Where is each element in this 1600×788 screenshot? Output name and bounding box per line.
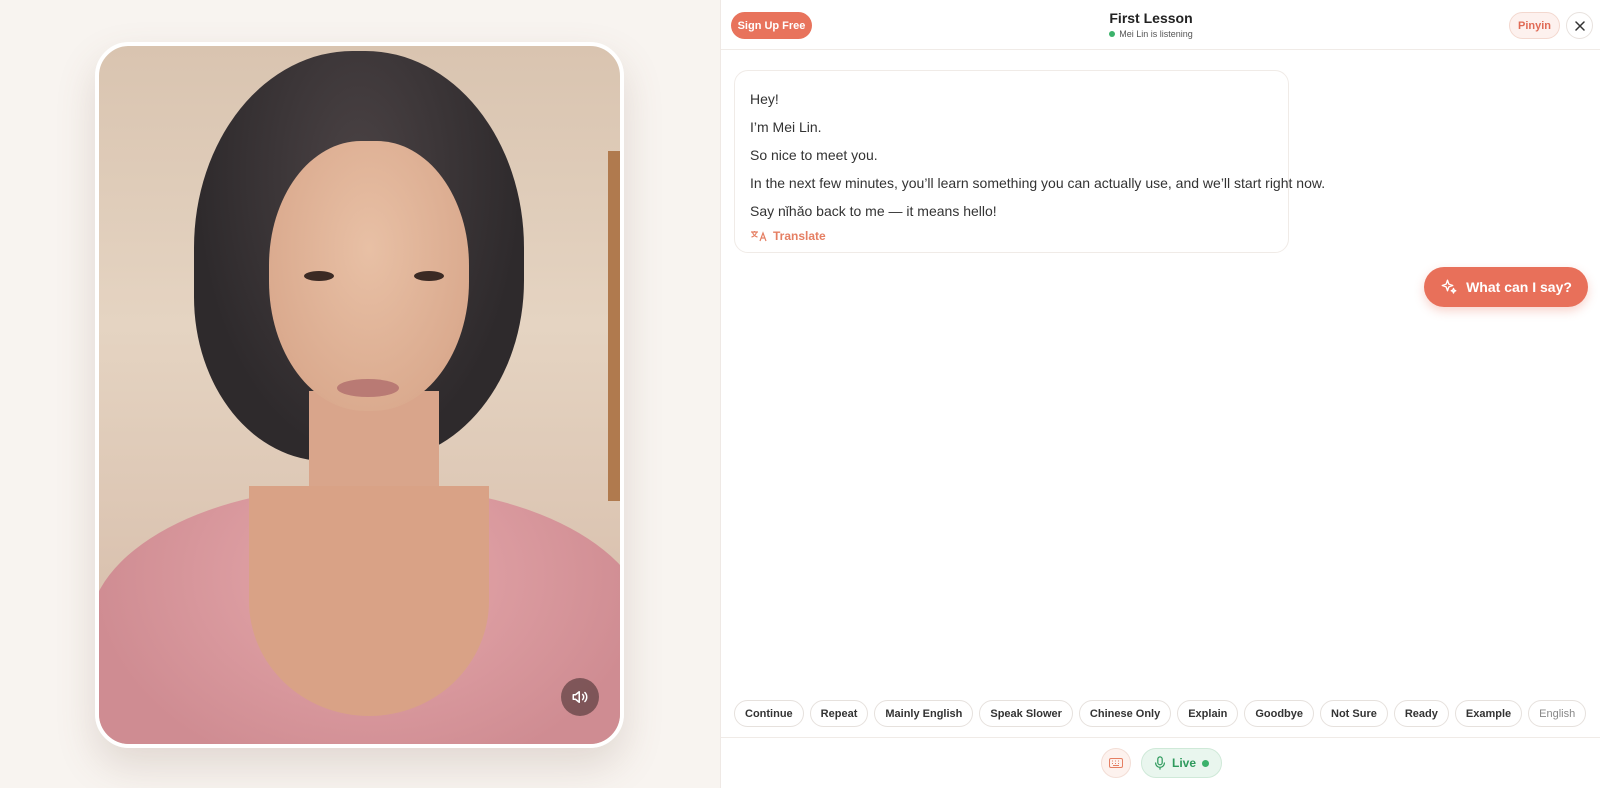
footer-divider [721,737,1600,738]
mic-icon [1154,756,1165,770]
sign-up-button[interactable]: Sign Up Free [731,12,812,39]
tutor-video [95,42,624,748]
chip-not-sure[interactable]: Not Sure [1320,700,1388,727]
chip-example[interactable]: Example [1454,700,1523,727]
message-line: Say nǐhǎo back to me — it means hello! [750,203,997,219]
chip-explain[interactable]: Explain [1177,700,1239,727]
chip-continue[interactable]: Continue [734,700,804,727]
message-line: Hey! [750,91,779,107]
message-line: In the next few minutes, you’ll learn so… [750,175,1326,191]
quick-reply-chips: Continue Repeat Mainly English Speak Slo… [734,700,1587,727]
status-text: Mei Lin is listening [1119,29,1193,39]
close-button[interactable] [1566,12,1593,39]
translate-link[interactable]: Translate [750,229,1273,243]
chip-chinese-only[interactable]: Chinese Only [1078,700,1172,727]
live-mic-button[interactable]: Live [1141,748,1222,778]
translate-icon [751,231,767,242]
close-icon [1574,20,1585,31]
translate-label: Translate [773,229,826,243]
message-line: I’m Mei Lin. [750,119,822,135]
chip-speak-slower[interactable]: Speak Slower [979,700,1073,727]
tutor-lips [337,379,399,397]
tutor-chest [249,486,489,716]
wall-trim [608,151,620,501]
chip-mainly-english[interactable]: Mainly English [874,700,974,727]
what-can-i-say-button[interactable]: What can I say? [1424,267,1588,307]
tutor-eye-left [304,271,334,281]
chat-pane: Sign Up Free First Lesson Mei Lin is lis… [720,0,1600,788]
mute-button[interactable] [561,678,599,716]
video-pane [0,0,720,788]
sparkle-icon [1441,279,1457,294]
message-line: So nice to meet you. [750,147,878,163]
keyboard-icon [1109,758,1123,768]
keyboard-button[interactable] [1101,748,1131,778]
status-dot-icon [1109,31,1116,37]
chip-ready[interactable]: Ready [1393,700,1449,727]
chat-header: Sign Up Free First Lesson Mei Lin is lis… [721,0,1600,50]
tutor-eye-right [414,271,444,281]
chip-goodbye[interactable]: Goodbye [1244,700,1315,727]
chip-repeat[interactable]: Repeat [809,700,869,727]
chip-english[interactable]: English [1528,700,1587,727]
page-title: First Lesson [1109,10,1193,26]
speaker-icon [572,691,588,703]
pinyin-toggle[interactable]: Pinyin [1509,12,1560,39]
status-indicator: Mei Lin is listening [1051,29,1251,39]
what-can-i-say-label: What can I say? [1466,279,1572,295]
live-indicator-dot [1202,759,1209,767]
live-label: Live [1171,756,1196,770]
tutor-message: Hey! I’m Mei Lin. So nice to meet you. I… [734,70,1326,253]
